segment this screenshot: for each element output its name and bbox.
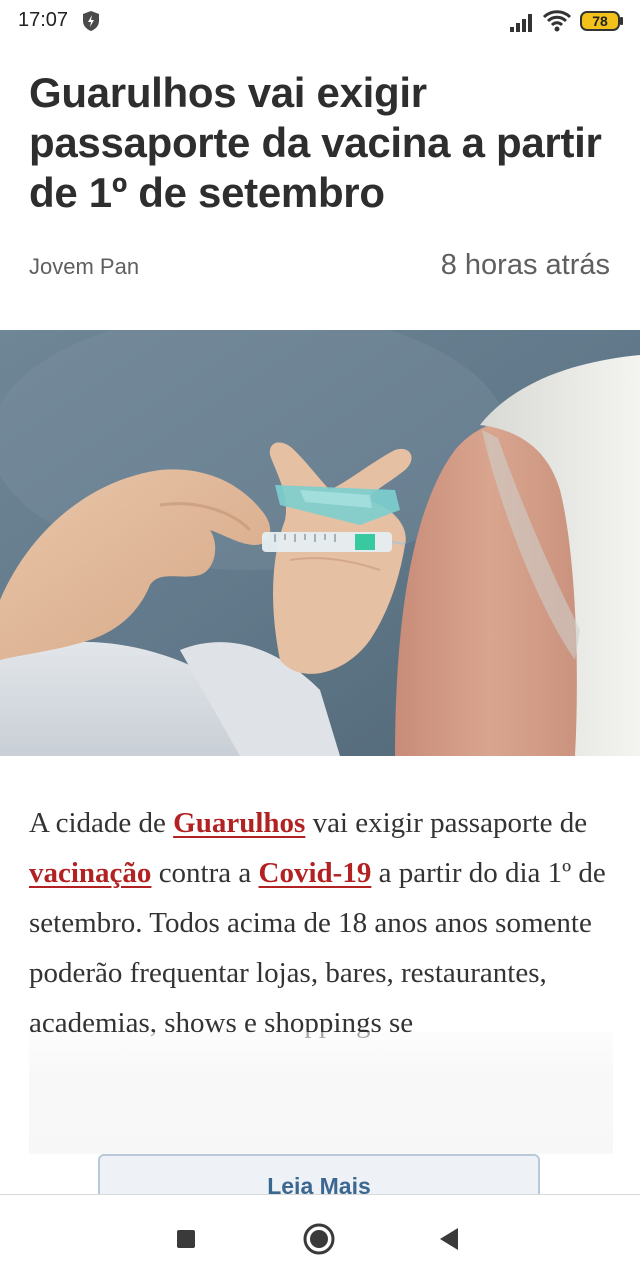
status-bar: 17:07 78 (0, 0, 640, 44)
back-triangle-icon[interactable] (432, 1221, 468, 1257)
body-text-segment: A cidade de (29, 807, 174, 839)
article-image (0, 330, 640, 756)
article-body: A cidade de Guarulhos vai exigir passapo… (29, 798, 613, 1048)
body-text-segment: vai exigir passaporte de (305, 807, 588, 839)
body-text-segment: contra a (151, 857, 259, 889)
home-circle-icon[interactable] (301, 1221, 337, 1257)
text-fade-overlay (29, 1032, 613, 1154)
link-guarulhos[interactable]: Guarulhos (173, 807, 305, 839)
battery-level: 78 (592, 13, 608, 29)
wifi-icon (542, 10, 572, 32)
battery-icon: 78 (580, 11, 624, 31)
link-covid-19[interactable]: Covid-19 (259, 857, 372, 889)
article-source[interactable]: Jovem Pan (29, 254, 139, 280)
article-time-ago: 8 horas atrás (440, 249, 610, 281)
status-time: 17:07 (18, 9, 69, 31)
article-headline: Guarulhos vai exigir passaporte da vacin… (29, 69, 602, 216)
link-vacinacao[interactable]: vacinação (29, 857, 151, 889)
navigation-bar (0, 1194, 640, 1280)
signal-icon (510, 14, 532, 32)
vaccination-photo (0, 330, 640, 756)
shield-bolt-icon (83, 11, 99, 31)
recents-square-icon[interactable] (168, 1221, 204, 1257)
